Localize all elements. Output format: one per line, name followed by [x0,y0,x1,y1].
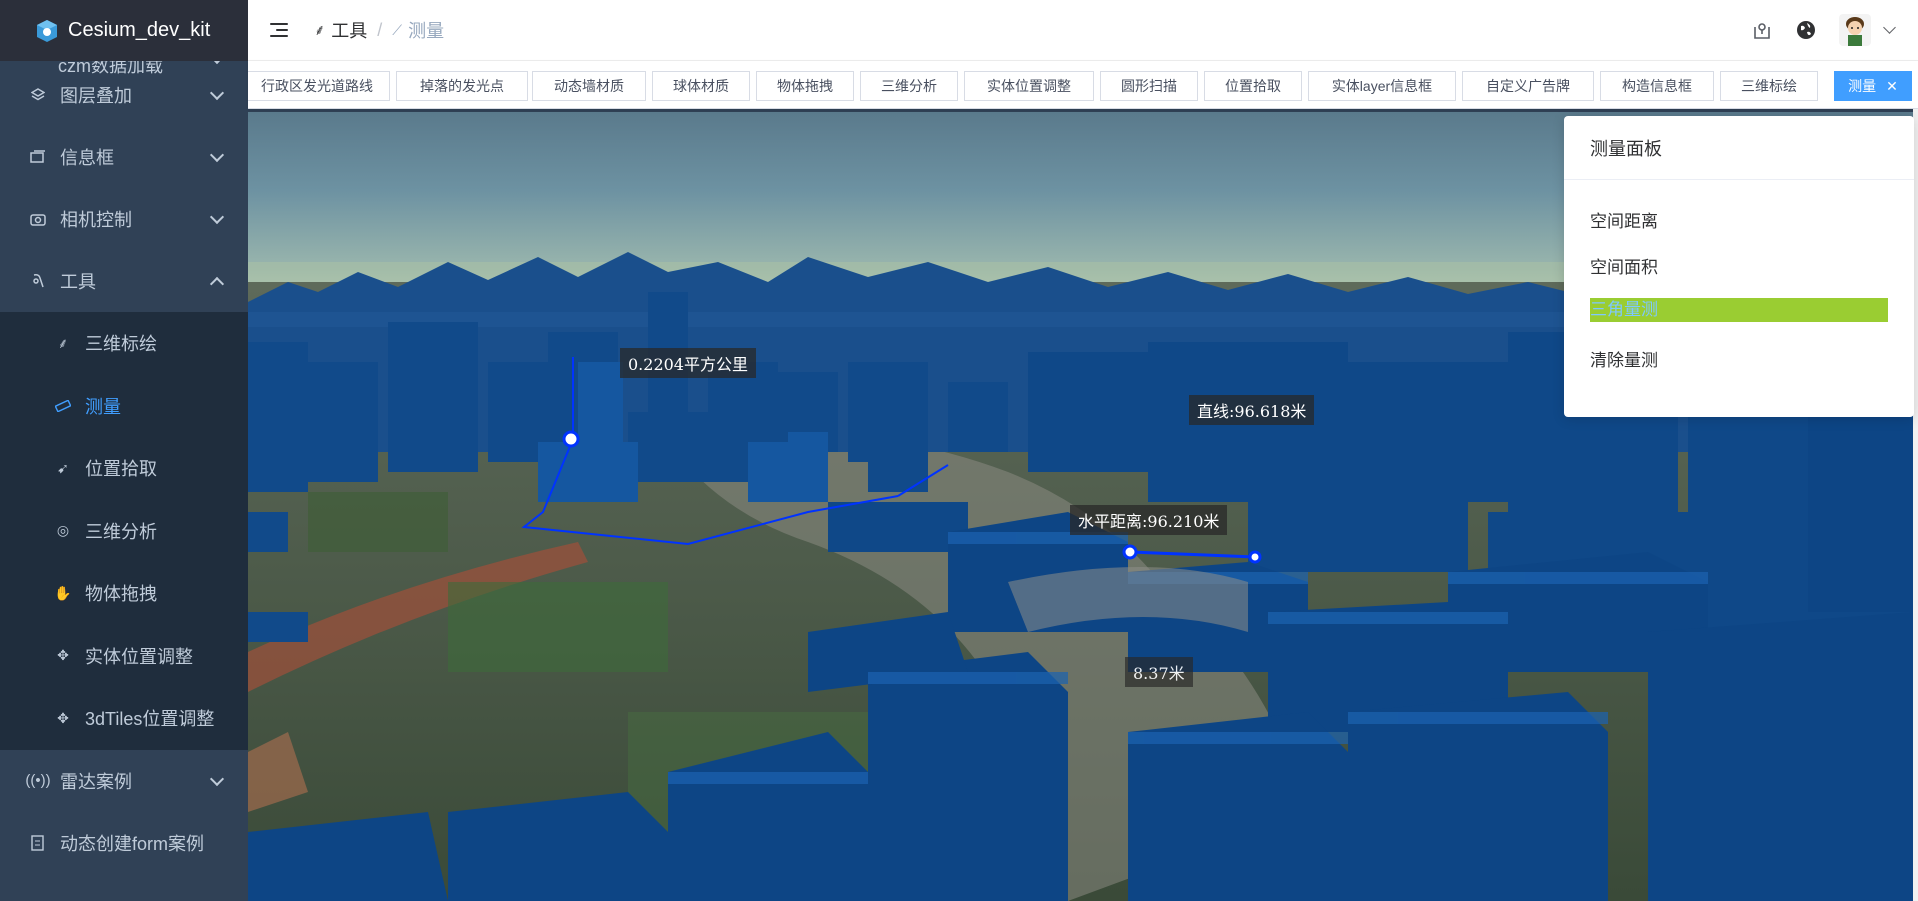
draw-icon: ⸙ [57,334,69,351]
tag-item[interactable]: 三维标绘 [1720,71,1818,101]
tag-item[interactable]: 三维分析 [860,71,958,101]
sidebar-item-camera[interactable]: 相机控制 [0,188,248,250]
header-actions [1751,14,1896,46]
tool-icon: ⸙ [314,22,326,39]
tag-item[interactable]: 球体材质 [652,71,750,101]
layers-icon [30,87,46,103]
move-icon: ✥ [57,709,69,726]
info-box-icon [30,149,46,165]
sidebar-item-label: 物体拖拽 [85,584,157,605]
sidebar-item-form[interactable]: 动态创建form案例 [0,812,248,874]
ruler-icon: ⟋ [392,21,403,38]
sidebar-item-label: 实体位置调整 [85,646,193,667]
tags-view: 行政区发光道路线 掉落的发光点 动态墙材质 球体材质 物体拖拽 三维分析 实体位… [248,61,1918,109]
sidebar-item-tools[interactable]: 工具 [0,250,248,312]
measure-distance-option[interactable]: 空间距离 [1590,207,1658,232]
close-icon[interactable]: ✕ [1886,78,1898,95]
tag-item[interactable]: 自定义广告牌 [1462,71,1594,101]
tag-item-active[interactable]: 测量 ✕ [1834,71,1912,101]
sidebar-item-label: 信息框 [60,148,114,168]
tag-item[interactable]: 位置拾取 [1204,71,1302,101]
sidebar-item-label: 三维标绘 [85,334,157,355]
form-icon [30,834,46,851]
tag-item[interactable]: 圆形扫描 [1100,71,1198,101]
tag-item[interactable]: 实体位置调整 [964,71,1094,101]
sidebar-item-drag[interactable]: ✋ 物体拖拽 [0,562,248,625]
sidebar-item-label: 位置拾取 [85,459,157,480]
camera-icon [30,211,46,227]
breadcrumb-item[interactable]: 工具 [331,17,367,43]
chevron-down-icon [209,147,225,163]
sidebar-item-analysis[interactable]: ◎ 三维分析 [0,500,248,563]
avatar[interactable] [1839,14,1871,46]
straight-distance-label: 直线:96.618米 [1189,395,1315,425]
move-icon: ✥ [57,647,69,664]
radar-icon: ((•)) [25,772,51,789]
pick-icon: ➹ [57,459,69,476]
chevron-down-icon [209,85,225,101]
sidebar-item-infobox[interactable]: 信息框 [0,126,248,188]
sidebar-item-label: 图层叠加 [60,86,132,106]
sidebar-item-label: 雷达案例 [60,771,132,792]
tag-item[interactable]: 动态墙材质 [532,71,646,101]
breadcrumb: ⸙ 工具 / ⟋ 测量 [314,17,444,43]
drag-icon: ✋ [54,584,72,601]
sidebar-item-label: 测量 [85,396,121,417]
sidebar-item-pick[interactable]: ➹ 位置拾取 [0,437,248,500]
chevron-down-icon [209,771,225,786]
sidebar-item-label: 三维分析 [85,521,157,542]
cesium-logo-icon [37,19,57,42]
sidebar-item-label: 动态创建form案例 [60,833,204,854]
sidebar-item-layers[interactable]: 图层叠加 [0,64,248,126]
sidebar-item-radar[interactable]: ((•)) 雷达案例 [0,750,248,812]
sidebar-item-3dtiles-move[interactable]: ✥ 3dTiles位置调整 [0,687,248,750]
measure-panel: 测量面板 空间距离 空间面积 三角量测 清除量测 [1564,116,1914,417]
sidebar-item-label: 相机控制 [60,210,132,230]
measure-point [562,430,580,448]
horizontal-distance-label: 水平距离:96.210米 [1070,505,1228,535]
tag-item[interactable]: 构造信息框 [1600,71,1714,101]
sidebar-item-label: 工具 [60,272,96,292]
tag-item[interactable]: 掉落的发光点 [396,71,528,101]
tag-item[interactable]: 实体layer信息框 [1308,71,1456,101]
breadcrumb-current: 测量 [408,21,445,41]
measure-area-option[interactable]: 空间面积 [1590,253,1658,278]
tool-icon [30,273,46,289]
measure-triangle-option[interactable]: 三角量测 [1590,298,1888,322]
sidebar-item-plotting[interactable]: ⸙ 三维标绘 [0,312,248,375]
hamburger-icon[interactable] [270,23,288,37]
navbar: ⸙ 工具 / ⟋ 测量 [248,0,1918,61]
sidebar-item-entity-move[interactable]: ✥ 实体位置调整 [0,625,248,688]
brand[interactable]: Cesium_dev_kit [0,0,248,61]
globe-icon[interactable] [1795,19,1817,41]
clear-measure-option[interactable]: 清除量测 [1590,346,1658,371]
location-icon[interactable] [1751,19,1773,41]
tag-item[interactable]: 行政区发光道路线 [248,71,390,101]
chevron-down-icon[interactable] [1883,20,1896,34]
breadcrumb-separator: / [377,19,383,40]
sidebar: Cesium_dev_kit czm数据加载 图层叠加 信息框 相机控制 工具 … [0,0,248,901]
analysis-icon: ◎ [56,522,70,539]
area-measure-label: 0.2204平方公里 [620,348,756,378]
tools-submenu: ⸙ 三维标绘 测量 ➹ 位置拾取 ◎ 三维分析 ✋ 物体拖拽 ✥ 实体位置调整 … [0,312,248,750]
tag-item[interactable]: 物体拖拽 [756,71,854,101]
chevron-up-icon [209,276,225,292]
partial-height-label: 8.37米 [1125,657,1193,687]
ruler-icon [55,399,71,412]
sidebar-item-measure[interactable]: 测量 [0,375,248,438]
sidebar-item-label: 3dTiles位置调整 [85,709,215,730]
chevron-down-icon [209,209,225,225]
panel-title: 测量面板 [1564,116,1914,180]
brand-title: Cesium_dev_kit [68,19,211,41]
